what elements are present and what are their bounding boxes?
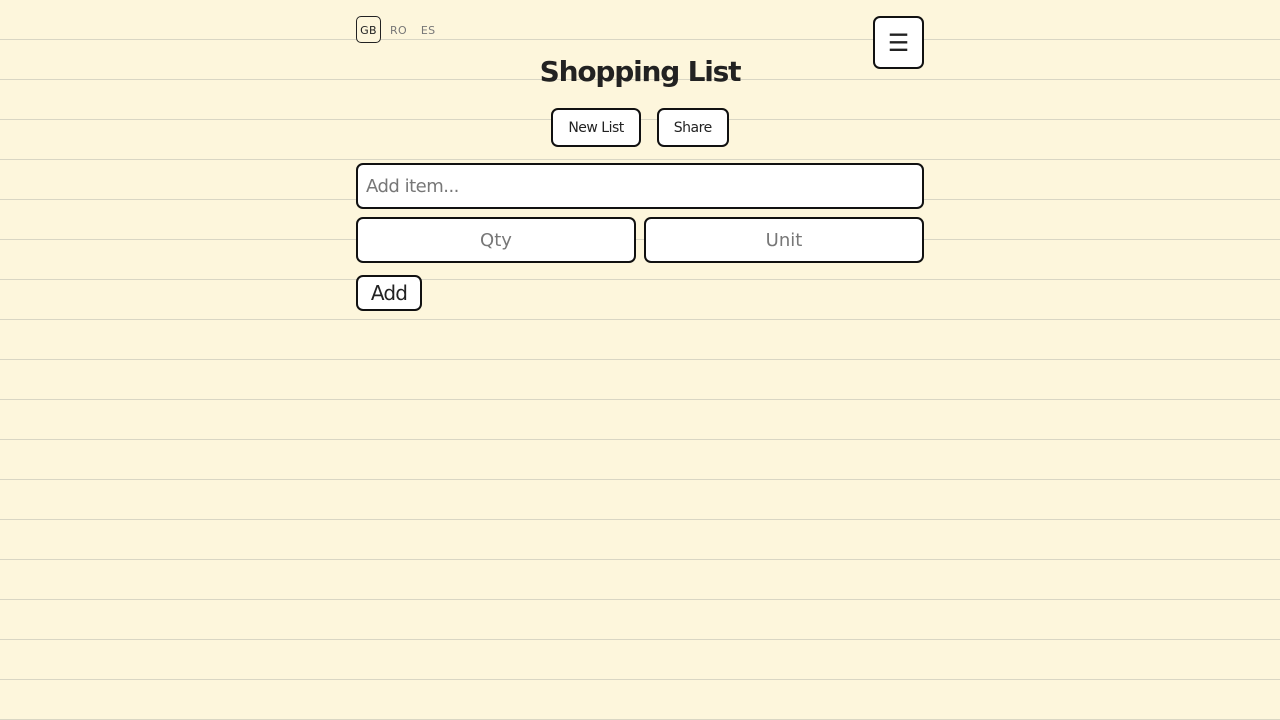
add-item-button[interactable]: Add (356, 275, 422, 311)
item-name-input[interactable] (356, 163, 924, 209)
new-list-button[interactable]: New List (551, 108, 641, 147)
share-button[interactable]: Share (656, 108, 729, 147)
quantity-input[interactable] (356, 217, 636, 263)
language-switcher: GB RO ES (356, 16, 440, 43)
page-title: Shopping List (539, 55, 742, 88)
app-container: GB RO ES ☰ Shopping List New List Share … (356, 0, 924, 720)
language-option-gb[interactable]: GB (356, 16, 381, 43)
language-option-es[interactable]: ES (416, 16, 441, 43)
list-actions: New List Share (356, 108, 924, 147)
unit-input[interactable] (644, 217, 924, 263)
language-option-ro[interactable]: RO (385, 16, 412, 43)
